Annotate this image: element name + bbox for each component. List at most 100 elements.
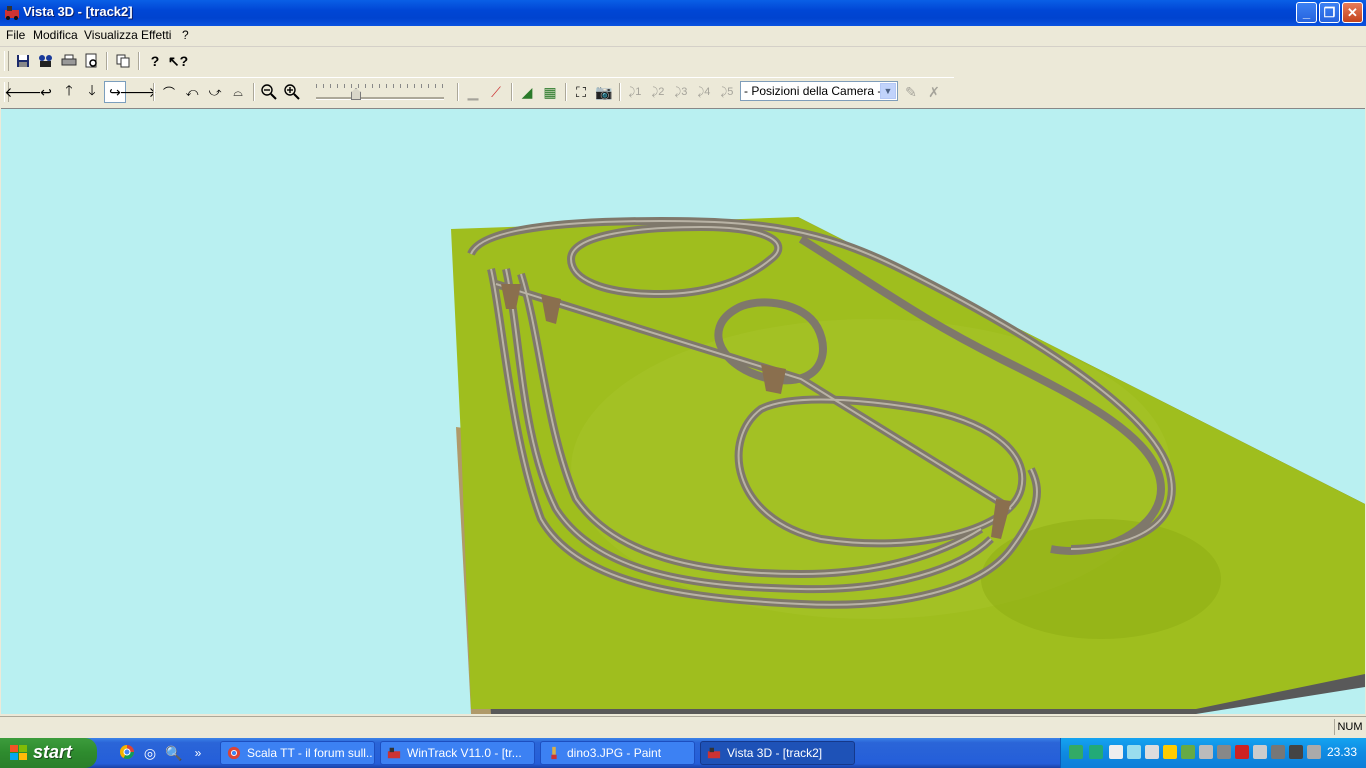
status-bar: NUM [0, 716, 1366, 738]
terrain-icon[interactable]: ◢ [516, 81, 538, 103]
task-label: WinTrack V11.0 - [tr... [407, 746, 522, 760]
camera-select-value: - Posizioni della Camera - [744, 84, 882, 98]
save-camera-icon[interactable]: ✎ [900, 81, 922, 103]
track-height-icon[interactable]: ⟋ [485, 81, 507, 103]
app-icon[interactable]: ◎ [141, 744, 159, 762]
arrow-left-icon[interactable]: 🡐 [4, 81, 42, 103]
tray-app-icon[interactable] [1127, 745, 1141, 759]
save-icon[interactable] [12, 50, 34, 72]
print-icon[interactable] [58, 50, 80, 72]
volume-icon[interactable] [1307, 745, 1321, 759]
toolbar-separator [457, 83, 459, 101]
arrow-right-icon[interactable]: 🡒 [119, 81, 157, 103]
tray-app-icon[interactable] [1199, 745, 1213, 759]
toolbar-separator [565, 83, 567, 101]
chevron-down-icon[interactable]: ▼ [880, 83, 896, 99]
task-wintrack[interactable]: WinTrack V11.0 - [tr... [380, 741, 535, 765]
turn-left-icon[interactable]: ↩ [35, 81, 57, 103]
start-button[interactable]: start [0, 738, 97, 768]
menu-effetti[interactable]: Effetti [141, 28, 171, 42]
context-help-icon[interactable]: ↖? [167, 50, 189, 72]
paint-icon [551, 746, 557, 760]
wintrack-icon [387, 747, 401, 759]
task-paint[interactable]: dino3.JPG - Paint [540, 741, 695, 765]
task-label: Scala TT - il forum sull... [247, 746, 372, 760]
menu-modifica[interactable]: Modifica [33, 28, 78, 42]
help-icon[interactable]: ? [144, 50, 166, 72]
wintrack-icon [707, 747, 721, 759]
menu-visualizza[interactable]: Visualizza [84, 28, 138, 42]
camera-position-5-label: 5 [727, 86, 734, 98]
camera-position-2-label: 2 [658, 86, 665, 98]
network-icon[interactable] [1069, 745, 1083, 759]
file-toolbar: ? ↖? [0, 47, 196, 75]
camera-film-icon[interactable] [35, 50, 57, 72]
camera-position-4-button[interactable]: ⤸ 4 [693, 81, 715, 103]
close-button[interactable]: ✕ [1342, 2, 1363, 23]
restore-button[interactable]: ❐ [1319, 2, 1340, 23]
fit-view-icon[interactable]: ⛶ [570, 81, 592, 103]
num-lock-indicator: NUM [1334, 719, 1365, 735]
arrow-up-icon[interactable]: 🡑 [58, 81, 80, 103]
print-preview-icon[interactable] [81, 50, 103, 72]
tray-app-icon[interactable] [1181, 745, 1195, 759]
quicklaunch-more-icon[interactable]: » [189, 744, 207, 762]
security-icon[interactable] [1163, 745, 1177, 759]
tray-app-icon[interactable] [1253, 745, 1267, 759]
toolbar-separator [619, 83, 621, 101]
menu-help[interactable]: ? [182, 28, 189, 42]
view-tilt-up-icon[interactable]: ⌒ [158, 81, 180, 103]
window-title: Vista 3D - [track2] [23, 4, 133, 19]
task-scala-tt[interactable]: Scala TT - il forum sull... [220, 741, 375, 765]
arrow-down-icon[interactable]: 🡓 [81, 81, 103, 103]
camera-position-5-button[interactable]: ⤸ 5 [716, 81, 738, 103]
tray-app-icon[interactable] [1289, 745, 1303, 759]
view-rotate-right-icon[interactable]: ⤻ [204, 81, 226, 103]
camera-position-1-button[interactable]: ⤸ 1 [624, 81, 646, 103]
delete-camera-icon[interactable]: ✗ [923, 81, 945, 103]
copy-icon[interactable] [112, 50, 134, 72]
task-label: dino3.JPG - Paint [567, 746, 662, 760]
slider-track [316, 97, 444, 100]
start-label: start [33, 742, 73, 762]
toolbar-separator [138, 52, 140, 70]
toolbar-separator [253, 83, 255, 101]
minimize-button[interactable]: _ [1296, 2, 1317, 23]
tray-app-icon[interactable] [1109, 745, 1123, 759]
wintrack-app-icon[interactable] [4, 4, 20, 20]
windows-logo-icon [10, 745, 27, 760]
toolbar-separator [153, 83, 155, 101]
slider-thumb[interactable] [351, 88, 361, 100]
terrain-flat-icon[interactable]: ▁ [462, 81, 484, 103]
toolbar-separator [106, 52, 108, 70]
tray-app-icon[interactable] [1145, 745, 1159, 759]
toolbar-separator [511, 83, 513, 101]
zoom-slider[interactable] [316, 80, 446, 102]
bluetooth-icon[interactable] [1235, 745, 1249, 759]
chrome-icon [227, 746, 241, 760]
3d-layout-render [451, 216, 1365, 714]
tray-app-icon[interactable] [1271, 745, 1285, 759]
camera-position-3-label: 3 [681, 86, 688, 98]
3d-viewport[interactable] [1, 108, 1365, 714]
snapshot-camera-icon[interactable]: 📷 [593, 81, 615, 103]
view-tilt-down-icon[interactable]: ⌓ [227, 81, 249, 103]
view-rotate-left-icon[interactable]: ⤺ [181, 81, 203, 103]
camera-position-2-button[interactable]: ⤸ 2 [647, 81, 669, 103]
camera-positions-select[interactable]: - Posizioni della Camera - ▼ [740, 81, 898, 101]
zoom-out-icon[interactable] [258, 81, 280, 103]
toolbar-grip[interactable] [4, 51, 9, 71]
menu-file[interactable]: File [6, 28, 25, 42]
task-vista-3d[interactable]: Vista 3D - [track2] [700, 741, 855, 765]
zoom-in-icon[interactable] [281, 81, 303, 103]
tray-app-icon[interactable] [1217, 745, 1231, 759]
camera-position-3-button[interactable]: ⤸ 3 [670, 81, 692, 103]
tray-app-icon[interactable] [1089, 745, 1103, 759]
search-icon[interactable]: 🔍 [165, 744, 183, 762]
task-label: Vista 3D - [track2] [727, 746, 823, 760]
title-bar: Vista 3D - [track2] _ ❐ ✕ [0, 0, 1366, 26]
grid-icon[interactable]: ▦ [539, 81, 561, 103]
clock: 23.33 [1326, 745, 1357, 759]
taskbar: start ◎ 🔍 » Scala TT - il forum sull... … [0, 738, 1366, 768]
chrome-icon[interactable] [118, 744, 136, 762]
